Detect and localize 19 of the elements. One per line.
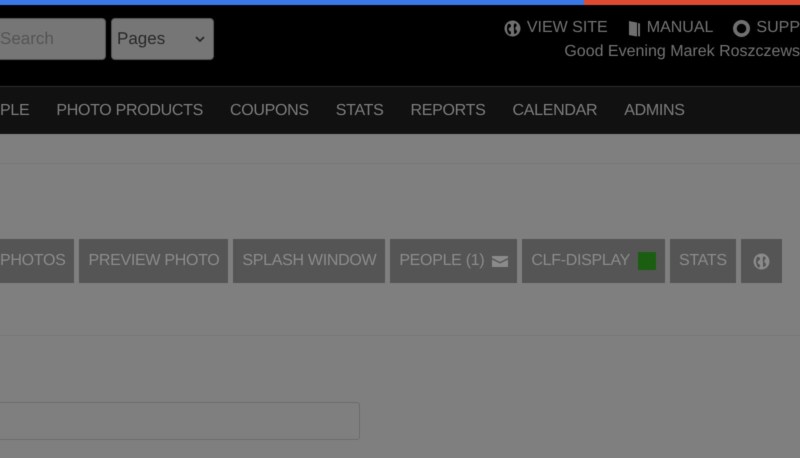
greeting-text: Good Evening Marek Roszczews [564,43,800,61]
globe-icon [504,20,521,36]
nav-item[interactable]: CALENDAR [512,102,598,120]
nav-item[interactable]: ADMINS [624,102,685,120]
nav-item[interactable]: REPORTS [410,102,486,120]
chevron-down-icon [195,36,205,42]
nav-item[interactable]: COUPONS [230,102,309,120]
pages-dropdown[interactable]: Pages [111,18,214,60]
nav-item[interactable]: STATS [336,102,384,120]
header-link[interactable]: MANUAL [628,19,714,37]
nav-item[interactable]: PLE [0,102,30,120]
header-link[interactable]: SUPP [733,19,800,37]
envelope-icon [492,256,508,266]
book-icon [628,20,641,36]
header-link[interactable]: VIEW SITE [504,19,608,37]
nav-item[interactable]: PHOTO PRODUCTS [56,102,203,120]
lifebuoy-icon [733,20,750,36]
tab-button[interactable] [740,239,782,283]
globe-icon [752,252,770,270]
